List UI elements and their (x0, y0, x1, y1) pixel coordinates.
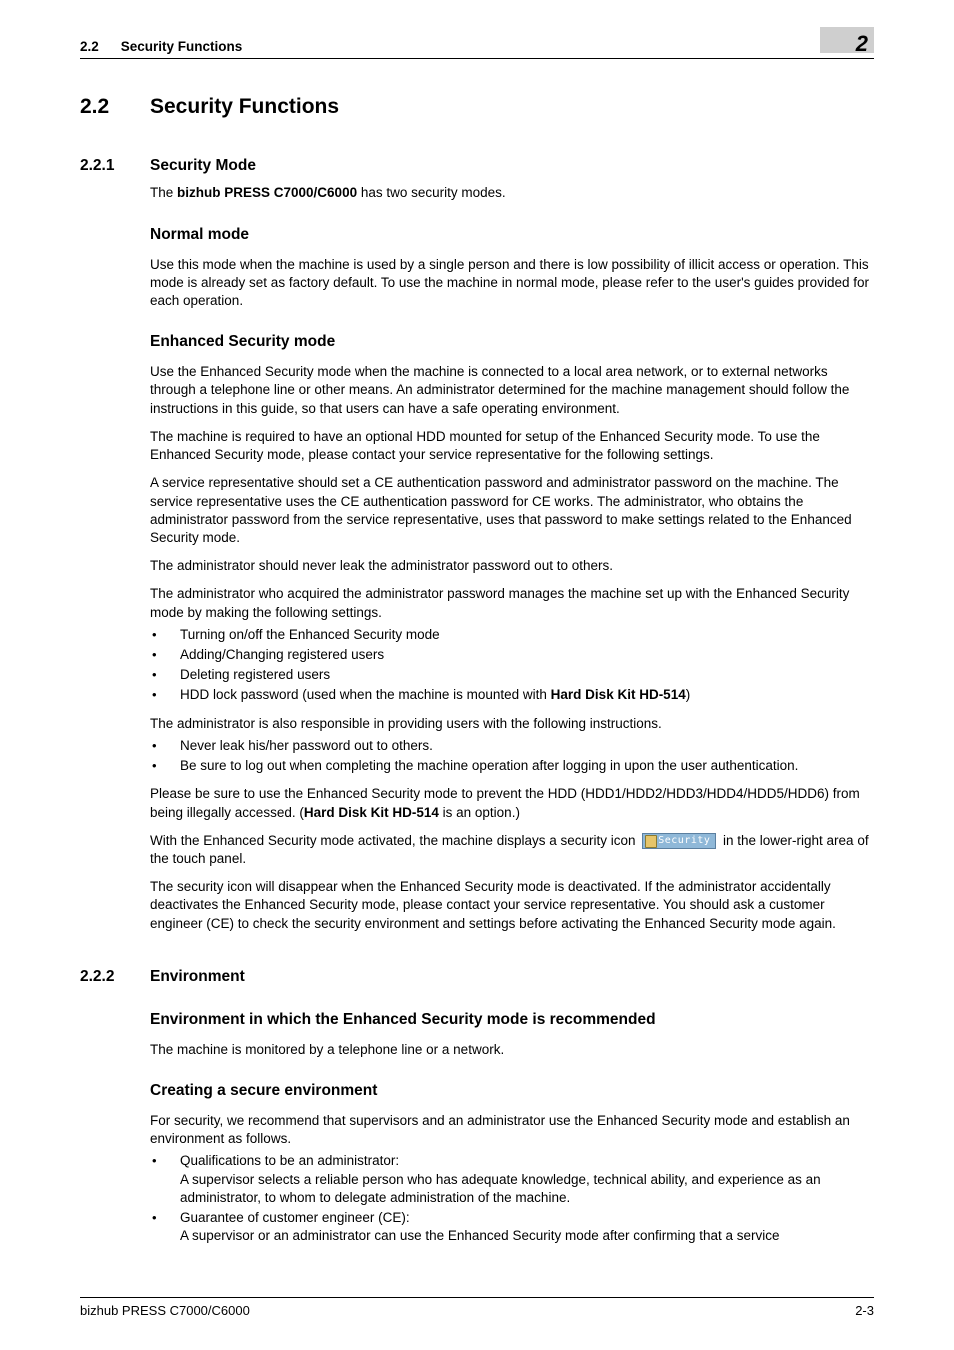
text: Qualifications to be an administrator: (180, 1153, 399, 1168)
text: has two security modes. (357, 185, 506, 200)
recommended-env-heading: Environment in which the Enhanced Securi… (150, 1010, 874, 1031)
section-heading-number: 2.2 (80, 93, 150, 121)
paragraph: Please be sure to use the Enhanced Secur… (150, 785, 874, 821)
subsection-heading: 2.2.1Security Mode (80, 156, 874, 177)
body-block-222: Environment in which the Enhanced Securi… (150, 1010, 874, 1246)
section-heading: 2.2Security Functions (80, 93, 874, 121)
intro-paragraph: The bizhub PRESS C7000/C6000 has two sec… (150, 184, 874, 202)
running-header: 2.2 Security Functions (80, 38, 874, 59)
paragraph: For security, we recommend that supervis… (150, 1112, 874, 1148)
user-instructions-list: Never leak his/her password out to other… (150, 737, 874, 775)
subsection-title: Environment (150, 968, 245, 985)
paragraph: The administrator should never leak the … (150, 557, 874, 575)
text: HDD lock password (used when the machine… (180, 687, 551, 702)
hdd-kit-name: Hard Disk Kit HD-514 (304, 805, 439, 820)
enhanced-mode-heading: Enhanced Security mode (150, 332, 874, 353)
list-item: Qualifications to be an administrator: A… (150, 1152, 874, 1207)
text: With the Enhanced Security mode activate… (150, 833, 639, 848)
header-section-number: 2.2 (80, 39, 99, 54)
normal-mode-paragraph: Use this mode when the machine is used b… (150, 256, 874, 311)
list-item: Guarantee of customer engineer (CE): A s… (150, 1209, 874, 1245)
footer-page-number: 2-3 (855, 1302, 874, 1320)
chapter-number: 2 (856, 31, 868, 56)
paragraph: The administrator is also responsible in… (150, 715, 874, 733)
secure-env-heading: Creating a secure environment (150, 1081, 874, 1102)
secure-env-list: Qualifications to be an administrator: A… (150, 1152, 874, 1245)
body-block-221: The bizhub PRESS C7000/C6000 has two sec… (150, 184, 874, 932)
subsection-heading: 2.2.2Environment (80, 967, 874, 988)
chapter-tab: 2 (820, 27, 874, 53)
paragraph: The administrator who acquired the admin… (150, 585, 874, 621)
security-icon-label: Security (658, 834, 710, 848)
list-item: Be sure to log out when completing the m… (150, 757, 874, 775)
paragraph: The security icon will disappear when th… (150, 878, 874, 933)
list-item: Deleting registered users (150, 666, 874, 684)
list-item: HDD lock password (used when the machine… (150, 686, 874, 704)
text: A supervisor selects a reliable person w… (180, 1172, 821, 1205)
lock-icon (645, 835, 657, 848)
normal-mode-heading: Normal mode (150, 225, 874, 246)
page-footer: bizhub PRESS C7000/C6000 2-3 (80, 1297, 874, 1320)
subsection-title: Security Mode (150, 157, 256, 174)
security-icon-paragraph: With the Enhanced Security mode activate… (150, 832, 874, 868)
text: is an option.) (439, 805, 520, 820)
product-name: bizhub PRESS C7000/C6000 (177, 185, 357, 200)
list-item: Never leak his/her password out to other… (150, 737, 874, 755)
hdd-kit-name: Hard Disk Kit HD-514 (551, 687, 686, 702)
header-section-title: Security Functions (121, 39, 243, 54)
admin-settings-list: Turning on/off the Enhanced Security mod… (150, 626, 874, 705)
text: A supervisor or an administrator can use… (180, 1228, 780, 1243)
list-item: Adding/Changing registered users (150, 646, 874, 664)
subsection-number: 2.2.1 (80, 156, 150, 177)
text: Guarantee of customer engineer (CE): (180, 1210, 410, 1225)
list-item: Turning on/off the Enhanced Security mod… (150, 626, 874, 644)
text: The (150, 185, 177, 200)
paragraph: The machine is monitored by a telephone … (150, 1041, 874, 1059)
section-heading-title: Security Functions (150, 95, 339, 118)
paragraph: Use the Enhanced Security mode when the … (150, 363, 874, 418)
paragraph: A service representative should set a CE… (150, 474, 874, 547)
footer-product: bizhub PRESS C7000/C6000 (80, 1302, 250, 1320)
paragraph: The machine is required to have an optio… (150, 428, 874, 464)
security-icon: Security (642, 833, 716, 849)
subsection-number: 2.2.2 (80, 967, 150, 988)
running-header-left: 2.2 Security Functions (80, 38, 242, 56)
page: 2.2Security Functions 2 2.2Security Func… (0, 0, 954, 1350)
text: ) (686, 687, 691, 702)
